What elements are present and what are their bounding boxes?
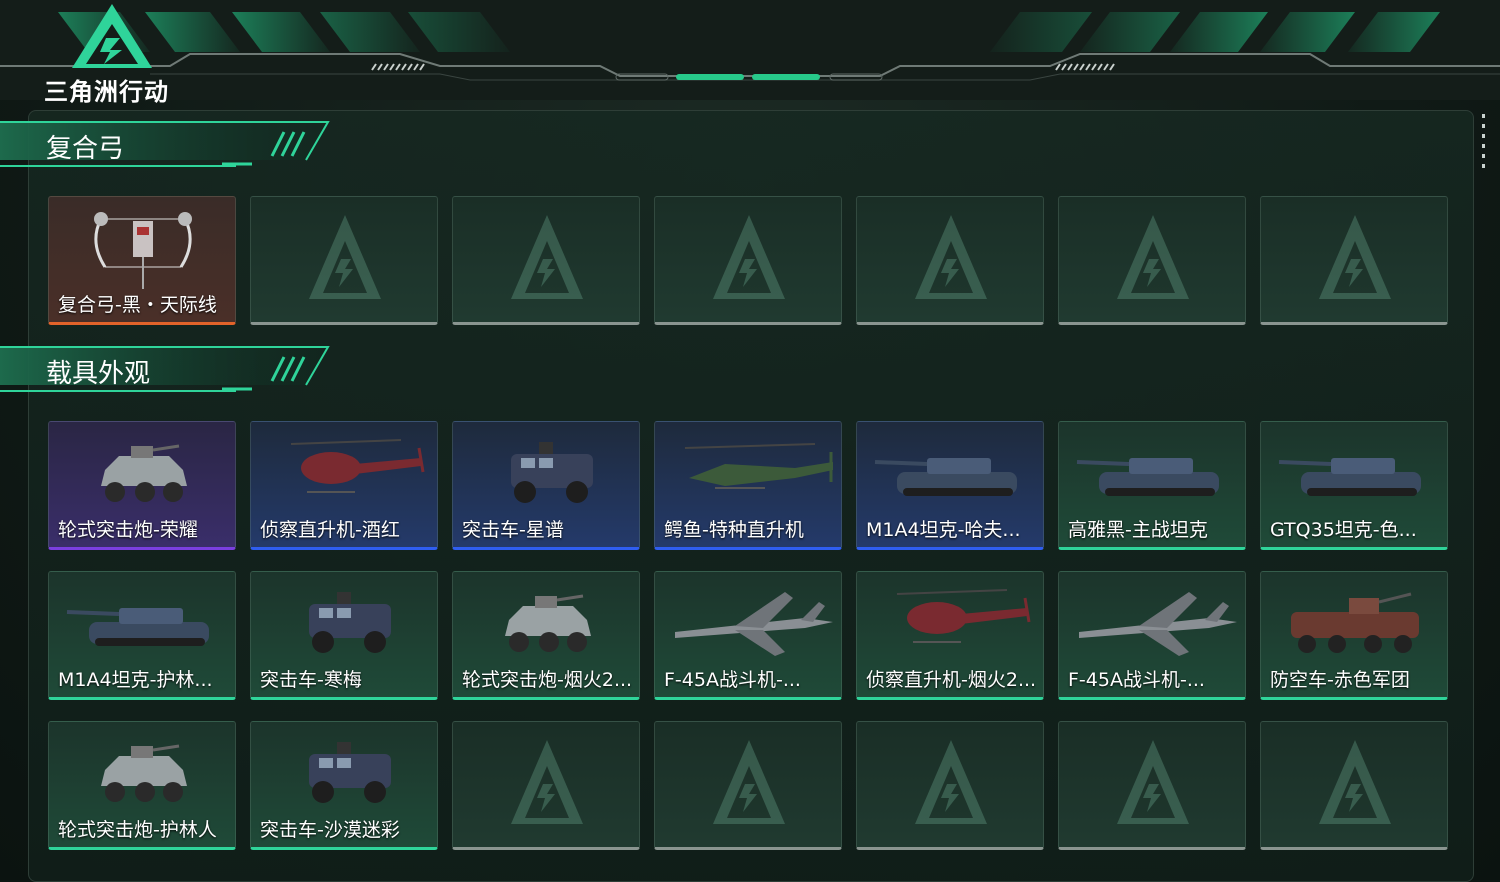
item-card[interactable]: F-45A战斗机-... <box>654 571 842 700</box>
empty-slot <box>1260 721 1448 850</box>
item-card[interactable]: 轮式突击炮-烟火2... <box>452 571 640 700</box>
compound-bow-icon <box>94 212 192 289</box>
section-header: 载具外观 <box>0 345 330 397</box>
aa-vehicle-icon <box>1291 592 1419 653</box>
tank-icon <box>874 458 1017 496</box>
item-label: GTQ35坦克-色... <box>1270 519 1417 541</box>
item-card[interactable]: M1A4坦克-护林... <box>48 571 236 700</box>
tank-icon <box>1278 458 1421 496</box>
item-label: 轮式突击炮-烟火2... <box>462 669 633 691</box>
item-card[interactable]: F-45A战斗机-... <box>1058 571 1246 700</box>
item-card[interactable]: 突击车-寒梅 <box>250 571 438 700</box>
item-label: 轮式突击炮-护林人 <box>58 819 217 841</box>
assault-vehicle-icon <box>309 592 391 653</box>
empty-slot <box>1058 196 1246 325</box>
item-card[interactable]: 轮式突击炮-荣耀 <box>48 421 236 550</box>
assault-vehicle-icon <box>309 742 391 803</box>
item-label: M1A4坦克-护林... <box>58 669 213 691</box>
item-label: 防空车-赤色军团 <box>1270 669 1410 691</box>
item-label: 突击车-寒梅 <box>260 669 362 691</box>
item-label: 侦察直升机-酒红 <box>260 519 400 541</box>
item-card[interactable]: GTQ35坦克-色... <box>1260 421 1448 550</box>
game-logo: 三角洲行动 <box>44 2 180 106</box>
empty-slot <box>452 721 640 850</box>
item-label: 突击车-星谱 <box>462 519 564 541</box>
logo-text: 三角洲行动 <box>44 78 169 106</box>
tank-icon <box>66 608 209 646</box>
empty-slot <box>1058 721 1246 850</box>
item-card[interactable]: 鳄鱼-特种直升机 <box>654 421 842 550</box>
item-label: F-45A战斗机-... <box>664 669 801 691</box>
armored-car-icon <box>101 744 187 802</box>
fighter-jet-icon <box>675 592 833 656</box>
empty-slot <box>250 196 438 325</box>
item-label: 鳄鱼-特种直升机 <box>664 519 804 541</box>
section-header: 复合弓 <box>0 120 330 172</box>
item-card[interactable]: 防空车-赤色军团 <box>1260 571 1448 700</box>
item-label: 高雅黑-主战坦克 <box>1068 519 1208 541</box>
fighter-jet-icon <box>1079 592 1237 656</box>
tank-icon <box>1076 458 1219 496</box>
armored-car-icon <box>101 444 187 502</box>
empty-slot <box>654 196 842 325</box>
item-card[interactable]: 突击车-星谱 <box>452 421 640 550</box>
empty-slot <box>1260 196 1448 325</box>
item-label: M1A4坦克-哈夫... <box>866 519 1021 541</box>
empty-slot <box>654 721 842 850</box>
empty-slot <box>856 196 1044 325</box>
empty-slot <box>856 721 1044 850</box>
item-label: 复合弓-黑・天际线 <box>58 294 217 316</box>
top-header: 三角洲行动 <box>0 0 1500 106</box>
header-decoration <box>0 0 1500 100</box>
section-title: 载具外观 <box>46 359 151 389</box>
item-label: 突击车-沙漠迷彩 <box>260 819 400 841</box>
item-label: 轮式突击炮-荣耀 <box>58 519 198 541</box>
scrollbar[interactable] <box>1482 114 1486 180</box>
item-card[interactable]: 侦察直升机-烟火2... <box>856 571 1044 700</box>
item-card[interactable]: M1A4坦克-哈夫... <box>856 421 1044 550</box>
assault-vehicle-icon <box>511 442 593 503</box>
item-label: F-45A战斗机-... <box>1068 669 1205 691</box>
attack-helicopter-icon <box>684 443 833 489</box>
item-card[interactable]: 轮式突击炮-护林人 <box>48 721 236 850</box>
item-card[interactable]: 高雅黑-主战坦克 <box>1058 421 1246 550</box>
item-card[interactable]: 侦察直升机-酒红 <box>250 421 438 550</box>
item-card[interactable]: 突击车-沙漠迷彩 <box>250 721 438 850</box>
helicopter-icon <box>896 589 1031 643</box>
helicopter-icon <box>290 439 425 493</box>
section-title: 复合弓 <box>46 134 125 164</box>
item-label: 侦察直升机-烟火2... <box>866 669 1037 691</box>
armored-car-icon <box>505 594 591 652</box>
item-card[interactable]: 复合弓-黑・天际线 <box>48 196 236 325</box>
empty-slot <box>452 196 640 325</box>
delta-logo-icon <box>72 4 152 68</box>
